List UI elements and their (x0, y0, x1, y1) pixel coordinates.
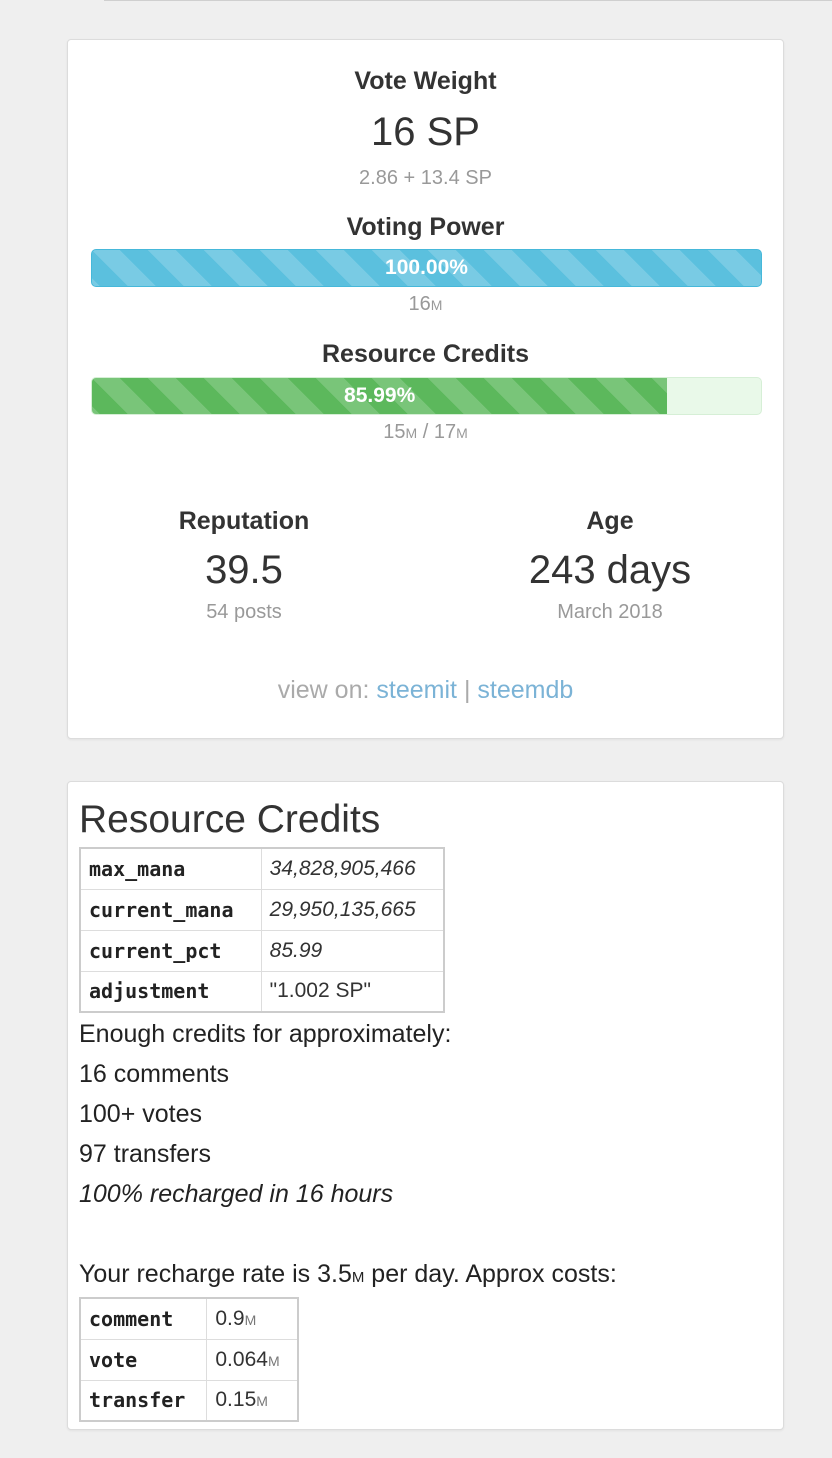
cost-unit: M (244, 1311, 257, 1328)
cost-value: 0.064M (206, 1338, 299, 1381)
table-row: adjustment "1.002 SP" (79, 970, 445, 1013)
rc-current-unit: M (405, 425, 418, 441)
cost-number: 0.15 (215, 1388, 257, 1412)
cost-key: vote (79, 1338, 208, 1381)
voting-power-title: Voting Power (346, 213, 505, 241)
table-value: 29,950,135,665 (260, 888, 445, 931)
steemdb-link[interactable]: steemdb (477, 676, 573, 704)
table-key: current_mana (79, 888, 262, 931)
resource-credits-card: Resource Credits max_mana 34,828,905,466… (67, 781, 784, 1430)
table-value: "1.002 SP" (260, 970, 445, 1013)
view-on-label: view on: (277, 676, 370, 704)
view-on-links: view on: steemit | steemdb (68, 676, 783, 705)
resource-credits-sub: 15M / 17M (68, 421, 783, 444)
rc-separator: / (422, 421, 429, 443)
reputation-title: Reputation (178, 507, 310, 535)
table-key: max_mana (79, 847, 262, 890)
cost-number: 0.064 (215, 1347, 268, 1371)
recharge-rate-prefix: Your recharge rate is 3.5 (79, 1260, 352, 1288)
age-title: Age (586, 507, 634, 535)
votes-estimate: 100+ votes (79, 1100, 203, 1128)
recharge-rate-text: Your recharge rate is 3.5M per day. Appr… (79, 1260, 617, 1289)
table-row: transfer 0.15M (79, 1379, 299, 1422)
cost-key: transfer (79, 1379, 208, 1422)
resource-credits-bar: 85.99% (91, 377, 762, 415)
table-row: vote 0.064M (79, 1338, 299, 1381)
transfers-estimate: 97 transfers (79, 1140, 212, 1168)
top-divider (104, 0, 832, 1)
table-row: comment 0.9M (79, 1297, 299, 1340)
voting-power-sub: 16M (68, 293, 783, 316)
link-separator: | (463, 676, 471, 704)
voting-power-percent: 100.00% (385, 256, 468, 279)
rc-max: 17 (433, 421, 457, 443)
table-row: current_mana 29,950,135,665 (79, 888, 445, 931)
reputation-column: Reputation 39.5 54 posts (94, 507, 394, 624)
rc-current: 15 (383, 421, 406, 443)
table-row: current_pct 85.99 (79, 929, 445, 972)
account-summary-card: Vote Weight 16 SP 2.86 + 13.4 SP Voting … (67, 39, 784, 739)
resource-credits-percent: 85.99% (344, 384, 416, 407)
cost-value: 0.9M (206, 1297, 299, 1340)
enough-credits-text: Enough credits for approximately: (79, 1020, 452, 1048)
cost-unit: M (256, 1393, 268, 1410)
cost-value: 0.15M (206, 1379, 299, 1422)
cost-unit: M (267, 1352, 280, 1369)
steemit-link[interactable]: steemit (376, 676, 457, 704)
voting-power-sub-value: 16 (408, 293, 431, 315)
resource-credits-heading: Resource Credits (79, 798, 381, 841)
table-row: max_mana 34,828,905,466 (79, 847, 445, 890)
age-value: 243 days (528, 548, 692, 592)
recharge-rate-unit: M (351, 1269, 365, 1286)
comments-estimate: 16 comments (79, 1060, 230, 1088)
reputation-posts: 54 posts (206, 601, 282, 623)
age-date: March 2018 (557, 601, 663, 623)
costs-table: comment 0.9M vote 0.064M transfer 0.15M (79, 1297, 299, 1422)
vote-weight-breakdown: 2.86 + 13.4 SP (359, 167, 492, 189)
table-key: current_pct (79, 929, 262, 972)
rc-details-table: max_mana 34,828,905,466 current_mana 29,… (79, 847, 445, 1013)
recharge-time: 100% recharged in 16 hours (79, 1180, 394, 1208)
vote-weight-title: Vote Weight (354, 67, 497, 95)
rc-max-unit: M (456, 425, 468, 441)
table-value: 85.99 (260, 929, 445, 972)
table-value: 34,828,905,466 (260, 847, 445, 890)
vote-weight-value: 16 SP (371, 110, 480, 154)
recharge-rate-suffix: per day. Approx costs: (364, 1260, 617, 1288)
cost-key: comment (79, 1297, 208, 1340)
table-key: adjustment (79, 970, 262, 1013)
age-column: Age 243 days March 2018 (460, 507, 760, 624)
voting-power-sub-unit: M (430, 297, 443, 313)
resource-credits-title: Resource Credits (321, 340, 530, 368)
cost-number: 0.9 (215, 1306, 245, 1330)
voting-power-bar: 100.00% (91, 249, 762, 287)
reputation-value: 39.5 (205, 548, 283, 592)
